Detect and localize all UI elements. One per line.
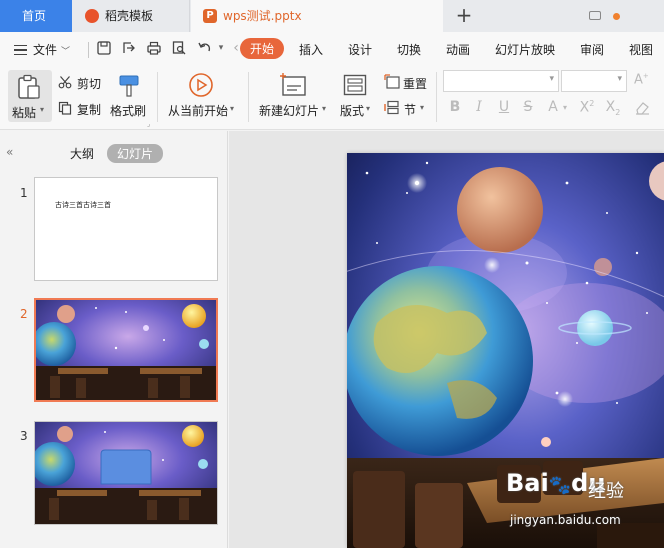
slide-number: 1 (20, 186, 28, 200)
layout-button[interactable]: 版式 (340, 102, 364, 119)
subscript-icon[interactable]: X2 (604, 99, 622, 117)
font-color-icon[interactable]: A (544, 99, 562, 115)
new-tab-button[interactable]: + (452, 0, 476, 32)
paw-icon: 🐾 (548, 475, 572, 496)
new-slide-button[interactable]: 新建幻灯片 (259, 102, 319, 119)
bold-icon[interactable]: B (446, 99, 464, 115)
space-scene-image (36, 300, 216, 400)
file-menu[interactable]: 文件 ﹀ (14, 41, 70, 58)
divider (157, 72, 158, 122)
menu-bar: 文件 ﹀ ▾ ‹ 开始 插入 设计 切换 动画 幻灯片放映 审阅 视图 (0, 32, 664, 66)
paste-dropdown-icon[interactable]: ▾ (40, 105, 44, 114)
tab-design[interactable]: 设计 (348, 41, 372, 58)
from-current-dropdown-icon[interactable]: ▾ (230, 104, 234, 113)
format-painter-button[interactable]: 格式刷 (110, 102, 146, 119)
baidu-jingyan-watermark: Bai🐾du 经验 jingyan.baidu.com (476, 469, 662, 539)
format-painter-icon (119, 75, 139, 97)
from-current-button[interactable]: 从当前开始 (168, 102, 228, 119)
increase-font-size-icon[interactable]: A+ (634, 72, 649, 87)
undo-dropdown-icon[interactable]: ▾ (213, 40, 229, 56)
new-slide-dropdown-icon[interactable]: ▾ (322, 104, 326, 113)
tab-home[interactable]: 首页 (0, 0, 72, 32)
layout-dropdown-icon[interactable]: ▾ (366, 104, 370, 113)
copy-button[interactable]: 复制 (77, 101, 101, 118)
divider (88, 42, 89, 58)
undo-icon[interactable] (197, 40, 213, 56)
font-size-select[interactable] (561, 70, 627, 92)
docer-logo-icon (85, 9, 99, 23)
section-dropdown-icon[interactable]: ▾ (420, 103, 424, 112)
space-scene-image (35, 422, 217, 524)
clipboard-icon (18, 74, 40, 99)
scissors-icon (58, 76, 72, 89)
tab-document-label: wps测试.pptx (223, 9, 302, 23)
baidu-logo-text: Bai (506, 469, 549, 497)
slide-thumbnail-2[interactable] (34, 298, 218, 402)
print-icon[interactable] (146, 40, 162, 56)
chevron-down-icon: ﹀ (61, 47, 71, 57)
tab-home-label: 首页 (22, 9, 47, 23)
tab-transition[interactable]: 切换 (397, 41, 421, 58)
tab-outline[interactable]: 大纲 (70, 145, 94, 162)
file-menu-label: 文件 (33, 43, 58, 57)
ribbon-start: 粘贴 ▾ 剪切 复制 格式刷 ⌟ 从当前开始 ▾ 新建幻灯片 ▾ 版式 ▾ 重置 (0, 66, 664, 130)
tab-docer-label: 稻壳模板 (105, 9, 154, 23)
divider (436, 72, 437, 122)
tab-animation[interactable]: 动画 (446, 41, 470, 58)
reset-icon (384, 74, 400, 89)
unsaved-dot-icon (613, 13, 620, 20)
tab-insert[interactable]: 插入 (299, 41, 323, 58)
layout-icon (343, 74, 367, 96)
cut-button[interactable]: 剪切 (77, 75, 101, 92)
strikethrough-icon[interactable]: S (519, 99, 537, 115)
play-from-current-icon (189, 73, 213, 97)
italic-icon[interactable]: I (470, 99, 488, 115)
watermark-title: 经验 (588, 481, 624, 502)
slide-thumbnail-3[interactable] (34, 421, 218, 525)
title-tab-bar: 首页 稻壳模板 P wps测试.pptx + (0, 0, 664, 32)
print-preview-icon[interactable] (171, 40, 187, 56)
output-pdf-icon[interactable] (121, 40, 137, 56)
clipboard-group-expander-icon[interactable]: ⌟ (147, 120, 150, 128)
monitor-icon[interactable] (589, 11, 601, 20)
new-slide-icon (280, 73, 306, 96)
copy-icon (58, 101, 72, 115)
tab-start[interactable]: 开始 (240, 38, 285, 59)
underline-icon[interactable]: U (495, 99, 513, 115)
superscript-icon[interactable]: X2 (578, 99, 596, 116)
tab-slides[interactable]: 幻灯片 (107, 144, 164, 163)
hamburger-icon (14, 45, 27, 55)
font-color-dropdown-icon[interactable]: ▾ (563, 103, 567, 112)
slide-number: 3 (20, 429, 28, 443)
reset-button[interactable]: 重置 (403, 75, 427, 92)
tab-docer-templates[interactable]: 稻壳模板 (73, 0, 190, 32)
slide-thumbnail-1[interactable]: 古诗三首古诗三首 (34, 177, 218, 281)
section-icon (384, 100, 399, 115)
slide-number: 2 (20, 307, 28, 321)
tab-document[interactable]: P wps测试.pptx (191, 0, 620, 32)
paste-label: 粘贴 (12, 106, 37, 120)
tab-view[interactable]: 视图 (629, 41, 653, 58)
paste-button[interactable]: 粘贴 ▾ (8, 70, 52, 122)
slide-title-text: 古诗三首古诗三首 (55, 201, 111, 209)
pptx-file-icon: P (203, 9, 217, 23)
slides-panel: « 大纲 幻灯片 1 古诗三首古诗三首 2 3 (0, 131, 228, 548)
clear-format-icon[interactable] (635, 101, 650, 115)
font-family-select[interactable] (443, 70, 559, 92)
tab-review[interactable]: 审阅 (580, 41, 604, 58)
tab-slideshow[interactable]: 幻灯片放映 (495, 41, 555, 58)
collapse-panel-icon[interactable]: « (6, 145, 13, 159)
save-icon[interactable] (96, 40, 112, 56)
section-button[interactable]: 节 (404, 101, 416, 118)
watermark-url: jingyan.baidu.com (510, 513, 621, 527)
divider (248, 72, 249, 122)
